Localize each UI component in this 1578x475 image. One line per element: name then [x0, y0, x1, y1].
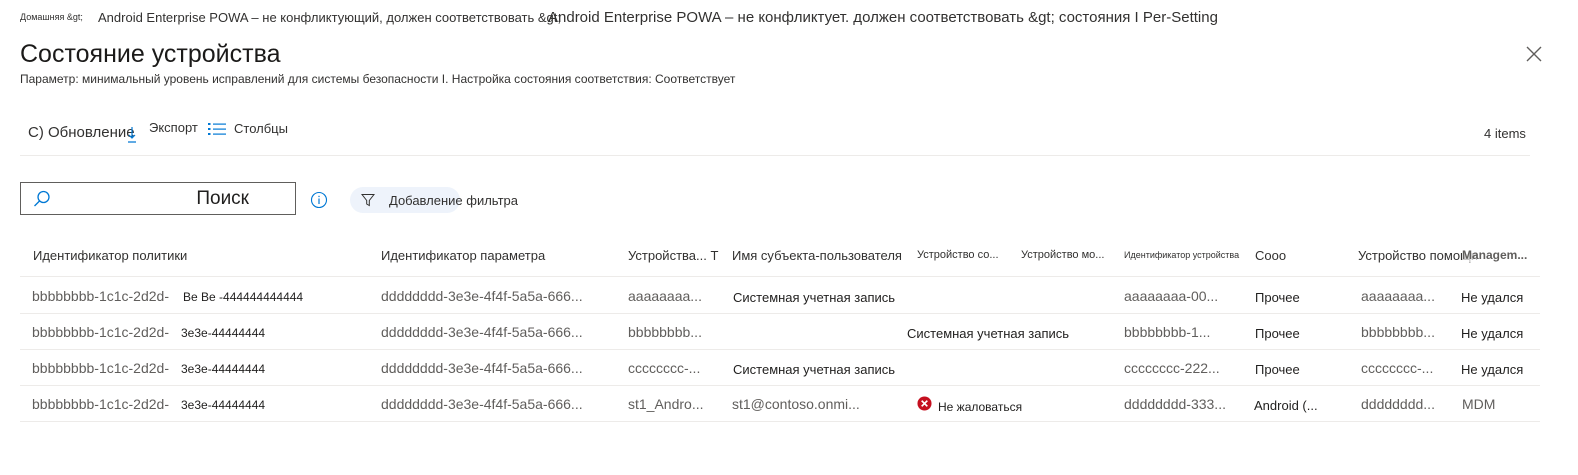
cell-policy-prefix: bbbbbbbb-1c1c-2d2d-	[32, 396, 169, 412]
cell-policy-suffix: 3e3e-44444444	[181, 326, 266, 340]
cell-management: Не удался	[1461, 290, 1524, 305]
row-divider	[20, 313, 1540, 314]
cell-device-id: aaaaaaaa-00...	[1124, 288, 1219, 304]
header-os[interactable]: Сооо	[1255, 248, 1286, 263]
refresh-button[interactable]: С) Обновление	[28, 120, 137, 144]
cell-policy-suffix: Be Be -444444444444	[183, 290, 304, 304]
error-icon	[917, 396, 932, 411]
cell-management: MDM	[1462, 396, 1496, 412]
cell-device-id: dddddddd-333...	[1124, 396, 1226, 412]
cell-user-principal: Системная учетная запись	[733, 362, 896, 377]
cell-status: Системная учетная запись	[907, 326, 1070, 341]
cell-management: Не удался	[1461, 362, 1524, 377]
header-divider	[20, 276, 1540, 277]
cell-policy-suffix: 3e3e-44444444	[181, 398, 266, 412]
export-label: Экспорт	[149, 120, 198, 135]
header-device-status[interactable]: Устройство со...	[917, 249, 999, 261]
cell-device-help: cccccccc-...	[1361, 360, 1434, 376]
cell-os: Прочее	[1255, 362, 1300, 377]
cell-policy-prefix: bbbbbbbb-1c1c-2d2d-	[32, 360, 169, 376]
cell-status: Не жаловаться	[938, 400, 1023, 414]
add-filter-label: Добавление фильтра	[389, 193, 518, 208]
header-device-help[interactable]: Устройство помощи	[1358, 248, 1478, 263]
header-setting-id[interactable]: Идентификатор параметра	[381, 248, 545, 263]
cell-setting-id: dddddddd-3e3e-4f4f-5a5a-666...	[381, 396, 583, 412]
cell-policy-suffix: 3e3e-44444444	[181, 362, 266, 376]
page-subtitle: Параметр: минимальный уровень исправлени…	[20, 72, 736, 86]
info-icon[interactable]	[310, 191, 328, 209]
cell-user-principal: Системная учетная запись	[733, 290, 896, 305]
cell-os: Прочее	[1255, 326, 1300, 341]
header-policy-id[interactable]: Идентификатор политики	[33, 248, 187, 263]
breadcrumb-home[interactable]: Домашняя &gt;	[20, 12, 83, 22]
cell-device: cccccccc-...	[628, 360, 701, 376]
filter-icon	[361, 194, 375, 207]
cell-device: bbbbbbbb...	[628, 324, 702, 340]
cell-os: Прочее	[1255, 290, 1300, 305]
header-management[interactable]: Managem...	[1462, 248, 1528, 262]
close-icon	[1526, 46, 1542, 62]
breadcrumb-current: Android Enterprise POWA – не конфликтует…	[548, 9, 1218, 26]
search-input[interactable]	[59, 185, 289, 212]
cell-management: Не удался	[1461, 326, 1524, 341]
header-device-id[interactable]: Идентификатор устройства	[1124, 250, 1239, 260]
refresh-label: С) Обновление	[28, 123, 135, 141]
cell-setting-id: dddddddd-3e3e-4f4f-5a5a-666...	[381, 360, 583, 376]
cell-os: Android (...	[1254, 398, 1318, 413]
page-title: Состояние устройства	[20, 40, 281, 68]
export-button[interactable]: Экспорт	[128, 120, 198, 135]
cell-setting-id: dddddddd-3e3e-4f4f-5a5a-666...	[381, 288, 583, 304]
header-device-model[interactable]: Устройство мо...	[1021, 249, 1104, 261]
columns-icon	[208, 122, 226, 135]
header-device[interactable]: Устройства... Т	[628, 248, 718, 263]
cell-policy-prefix: bbbbbbbb-1c1c-2d2d-	[32, 288, 169, 304]
cell-device-help: dddddddd...	[1361, 396, 1435, 412]
items-count: 4 items	[1484, 126, 1526, 141]
header-user-principal[interactable]: Имя субъекта-пользователя	[732, 248, 902, 263]
cell-device-help: aaaaaaaa...	[1361, 288, 1435, 304]
cell-device-id: cccccccc-222...	[1124, 360, 1220, 376]
cell-device-id: bbbbbbbb-1...	[1124, 324, 1211, 340]
toolbar-divider	[20, 155, 1530, 156]
row-divider	[20, 349, 1540, 350]
close-button[interactable]	[1522, 42, 1546, 66]
row-divider	[20, 421, 1540, 422]
cell-setting-id: dddddddd-3e3e-4f4f-5a5a-666...	[381, 324, 583, 340]
cell-policy-prefix: bbbbbbbb-1c1c-2d2d-	[32, 324, 169, 340]
breadcrumb-policy[interactable]: Android Enterprise POWA – не конфликтующ…	[98, 10, 561, 25]
cell-device-help: bbbbbbbb...	[1361, 324, 1435, 340]
columns-label: Столбцы	[234, 121, 288, 136]
cell-device: st1_Andro...	[628, 396, 704, 412]
row-divider	[20, 385, 1540, 386]
columns-button[interactable]: Столбцы	[208, 121, 288, 136]
cell-user-principal: st1@contoso.onmi...	[732, 396, 860, 412]
search-box[interactable]	[20, 182, 296, 215]
search-icon	[34, 190, 50, 207]
cell-device: aaaaaaaa...	[628, 288, 702, 304]
